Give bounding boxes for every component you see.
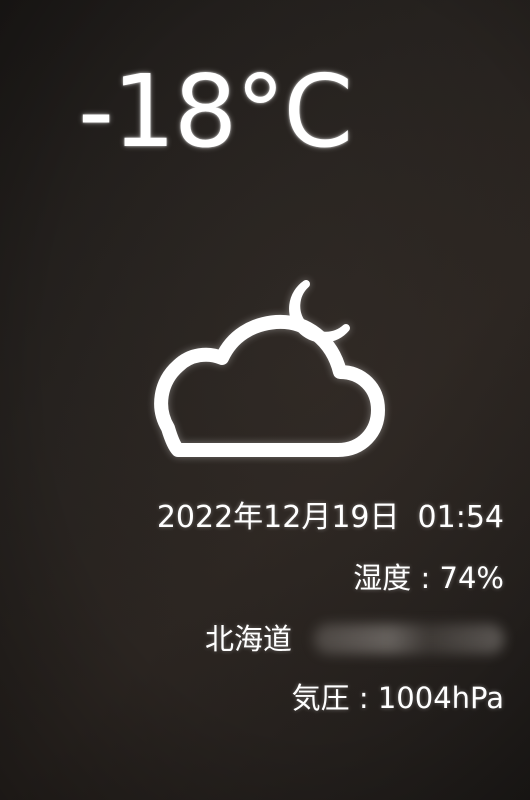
pressure-line: 気圧 : 1004hPa (292, 684, 504, 713)
humidity-line: 湿度 : 74% (353, 564, 504, 593)
datetime-line: 2022年12月19日 01:54 (157, 503, 504, 533)
location-text: 北海道 (204, 621, 292, 656)
weather-screen: -18°C 2022年12月19日 01:54 湿度 : 74% 北海道 気圧 :… (0, 0, 530, 800)
location-line: 北海道 (205, 624, 504, 654)
humidity-colon: : (411, 561, 440, 595)
cloud-shape (154, 314, 385, 457)
cloud-moon-icon (154, 280, 385, 457)
date-text: 2022年12月19日 (156, 500, 400, 535)
pressure-value: 1004hPa (377, 681, 504, 715)
pressure-colon: : (349, 681, 378, 715)
redacted-location-detail (314, 624, 504, 654)
humidity-label: 湿度 (353, 561, 412, 595)
humidity-value: 74% (439, 561, 504, 595)
time-text: 01:54 (417, 500, 504, 535)
temperature-readout: -18°C (78, 53, 353, 170)
pressure-label: 気圧 (291, 681, 350, 715)
